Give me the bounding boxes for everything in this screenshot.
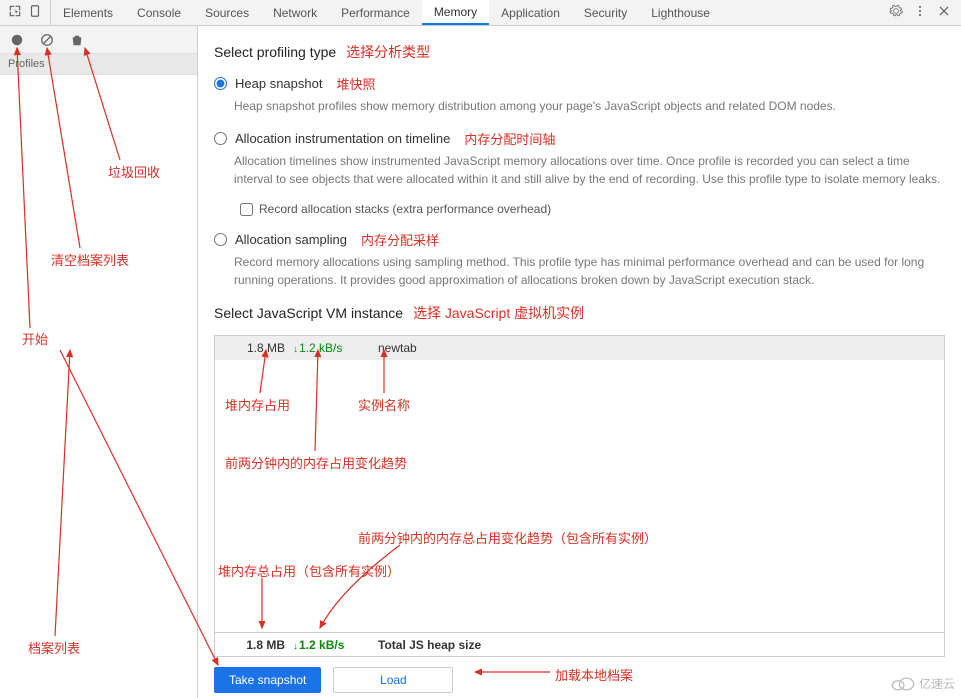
radio-alloc-sampling[interactable] [214, 233, 227, 246]
vm-row-total: 1.8 MB 1.2 kB/s Total JS heap size [215, 632, 944, 656]
option-alloc-timeline-desc: Allocation timelines show instrumented J… [234, 152, 945, 188]
profiles-header: Profiles [0, 54, 197, 75]
option-alloc-sampling[interactable]: Allocation sampling 内存分配采样 [214, 230, 945, 249]
gc-icon[interactable] [70, 33, 84, 47]
gear-icon[interactable] [889, 4, 903, 21]
buttons-row: Take snapshot Load [214, 667, 945, 693]
vm-title-cn: 选择 JavaScript 虚拟机实例 [413, 305, 584, 321]
record-stacks-row[interactable]: Record allocation stacks (extra performa… [240, 202, 945, 216]
vm-instance-rate: 1.2 kB/s [293, 341, 358, 355]
vm-title-text: Select JavaScript VM instance [214, 305, 403, 321]
option-heap-label-cn: 堆快照 [336, 74, 375, 93]
tab-lighthouse[interactable]: Lighthouse [639, 0, 722, 25]
option-alloc-timeline-label: Allocation instrumentation on timeline [235, 131, 450, 146]
vm-instance-name: newtab [358, 341, 417, 355]
load-button[interactable]: Load [333, 667, 453, 693]
tab-security[interactable]: Security [572, 0, 639, 25]
record-icon[interactable] [10, 33, 24, 47]
vm-table: 1.8 MB 1.2 kB/s newtab 1.8 MB 1.2 kB/s T… [214, 335, 945, 657]
watermark: 亿速云 [889, 675, 955, 692]
sidebar: Profiles [0, 26, 198, 698]
vm-total-label: Total JS heap size [358, 638, 481, 652]
option-alloc-sampling-desc: Record memory allocations using sampling… [234, 253, 945, 289]
tab-network[interactable]: Network [261, 0, 329, 25]
record-stacks-checkbox[interactable] [240, 203, 253, 216]
radio-alloc-timeline[interactable] [214, 132, 227, 145]
vm-table-body [215, 360, 944, 632]
option-heap-snapshot[interactable]: Heap snapshot 堆快照 [214, 74, 945, 93]
tab-sources[interactable]: Sources [193, 0, 261, 25]
sidebar-tools [0, 26, 197, 54]
inspect-icon[interactable] [8, 4, 22, 21]
tab-application[interactable]: Application [489, 0, 572, 25]
profiling-title-cn: 选择分析类型 [346, 44, 430, 60]
tab-performance[interactable]: Performance [329, 0, 422, 25]
option-alloc-timeline[interactable]: Allocation instrumentation on timeline 内… [214, 129, 945, 148]
tab-tools-right [879, 4, 961, 21]
vm-total-size: 1.8 MB [223, 638, 293, 652]
close-icon[interactable] [937, 4, 951, 21]
devtools-tab-bar: Elements Console Sources Network Perform… [0, 0, 961, 26]
device-toggle-icon[interactable] [28, 4, 42, 21]
tabs-container: Elements Console Sources Network Perform… [51, 0, 879, 25]
take-snapshot-button[interactable]: Take snapshot [214, 667, 321, 693]
tab-memory[interactable]: Memory [422, 0, 489, 25]
vm-total-rate: 1.2 kB/s [293, 638, 358, 652]
watermark-text: 亿速云 [919, 675, 955, 692]
tab-tools-left [0, 0, 51, 25]
option-alloc-sampling-label-cn: 内存分配采样 [361, 230, 439, 249]
vm-row-instance[interactable]: 1.8 MB 1.2 kB/s newtab [215, 336, 944, 360]
more-icon[interactable] [913, 4, 927, 21]
tab-elements[interactable]: Elements [51, 0, 125, 25]
option-alloc-sampling-label: Allocation sampling [235, 232, 347, 247]
option-alloc-timeline-label-cn: 内存分配时间轴 [464, 129, 555, 148]
option-heap-desc: Heap snapshot profiles show memory distr… [234, 97, 945, 115]
profiling-title: Select profiling type 选择分析类型 [214, 42, 945, 62]
vm-instance-size: 1.8 MB [223, 341, 293, 355]
record-stacks-label: Record allocation stacks (extra performa… [259, 202, 551, 216]
clear-icon[interactable] [40, 33, 54, 47]
radio-heap-snapshot[interactable] [214, 77, 227, 90]
tab-console[interactable]: Console [125, 0, 193, 25]
vm-title: Select JavaScript VM instance 选择 JavaScr… [214, 303, 945, 323]
content-pane: Select profiling type 选择分析类型 Heap snapsh… [198, 26, 961, 698]
option-heap-label: Heap snapshot [235, 76, 322, 91]
profiling-title-text: Select profiling type [214, 44, 336, 60]
